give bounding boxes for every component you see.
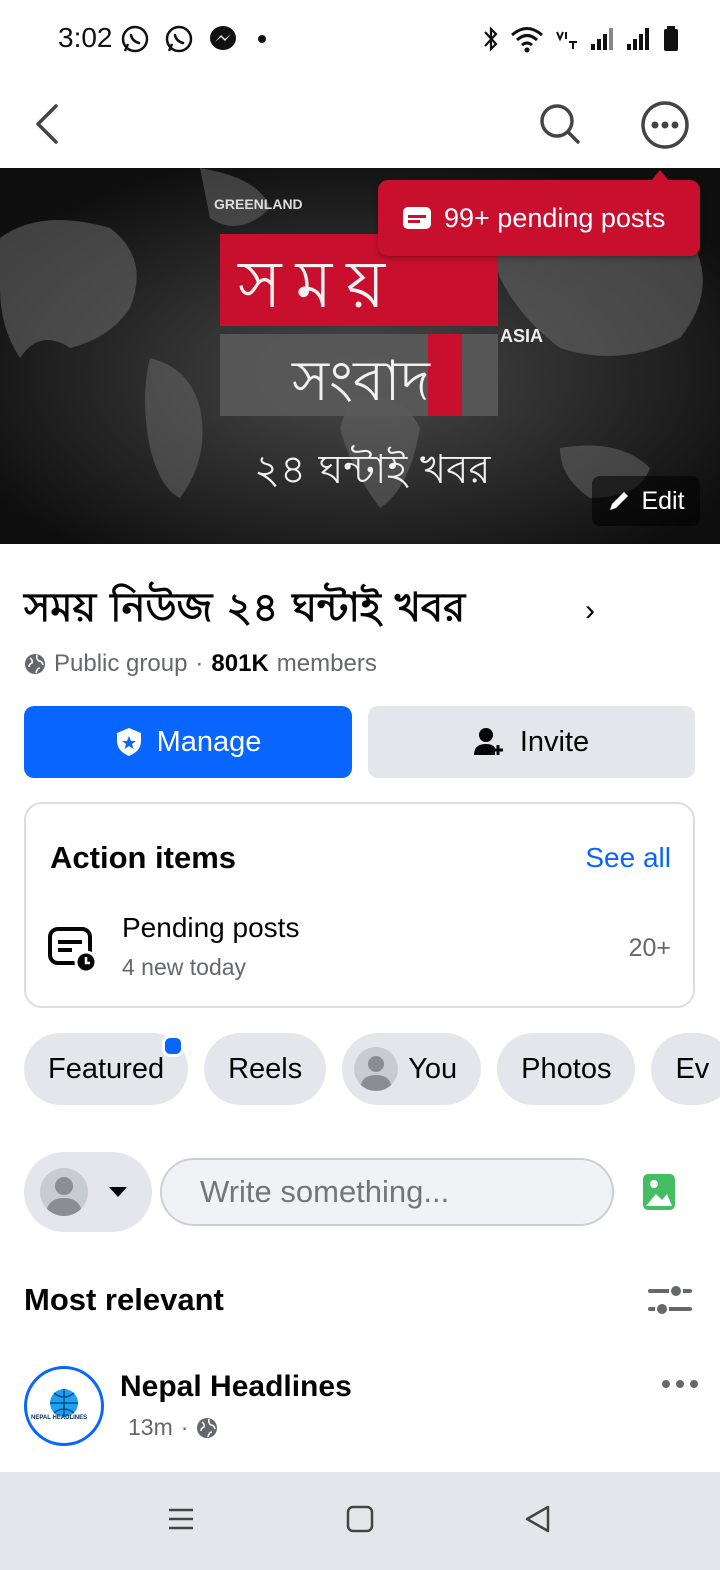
cover-text-line3: ২৪ ঘন্টাই খবর xyxy=(254,447,491,493)
chip-reels[interactable]: Reels xyxy=(204,1033,327,1105)
status-bar: 3:02 xyxy=(0,0,720,80)
back-nav-icon[interactable] xyxy=(523,1504,553,1534)
chip-label: You xyxy=(408,1052,458,1085)
caret-down-icon xyxy=(109,1187,127,1197)
post-meta: 13m · xyxy=(128,1414,218,1441)
top-nav xyxy=(0,80,720,169)
pending-posts-subtitle: 4 new today xyxy=(122,954,247,980)
whatsapp-icon xyxy=(121,25,149,53)
meta-separator: · xyxy=(180,1414,189,1440)
write-something-input[interactable] xyxy=(160,1158,614,1226)
signal-1-icon xyxy=(591,28,613,50)
group-title[interactable]: সময় নিউজ ২৪ ঘন্টাই খবর xyxy=(24,576,465,643)
dot-icon xyxy=(258,35,266,43)
tab-chips: Featured Reels You Photos Ev xyxy=(24,1033,720,1105)
system-icons xyxy=(482,24,680,54)
see-all-link[interactable]: See all xyxy=(585,842,671,874)
post-icon xyxy=(403,207,431,229)
post-as-selector[interactable] xyxy=(24,1152,152,1232)
pending-badge-label: 99+ pending posts xyxy=(444,202,666,233)
photo-icon[interactable] xyxy=(642,1172,676,1212)
pending-posts-icon xyxy=(48,927,98,972)
more-options-icon[interactable] xyxy=(640,100,690,150)
pending-posts-label: Pending posts xyxy=(122,912,300,943)
globe-icon xyxy=(197,1417,218,1438)
chip-you[interactable]: You xyxy=(342,1033,482,1105)
action-items-card: Action items See all Pending posts 4 new… xyxy=(24,802,695,1008)
chip-featured[interactable]: Featured xyxy=(24,1033,189,1105)
globe-icon xyxy=(25,654,45,674)
manage-button[interactable]: Manage xyxy=(24,706,352,778)
menu-icon[interactable] xyxy=(166,1504,196,1534)
pencil-icon xyxy=(610,492,629,510)
post-time[interactable]: 13m xyxy=(128,1414,173,1441)
pending-posts-badge[interactable]: 99+ pending posts xyxy=(378,170,700,256)
chip-events[interactable]: Ev xyxy=(651,1033,720,1105)
chip-photos[interactable]: Photos xyxy=(497,1033,636,1105)
sort-label[interactable]: Most relevant xyxy=(24,1282,224,1318)
user-silhouette-icon xyxy=(46,1177,82,1216)
back-icon[interactable] xyxy=(28,102,68,146)
meta-separator: · xyxy=(195,650,204,677)
avatar xyxy=(354,1047,399,1091)
chip-label: Ev xyxy=(675,1052,710,1085)
group-meta: Public group · 801K members xyxy=(24,650,377,678)
chip-label: Featured xyxy=(48,1052,165,1085)
cover-text-asia: ASIA xyxy=(500,326,544,346)
status-time: 3:02 xyxy=(58,22,113,53)
member-count: 801K xyxy=(211,650,269,677)
chip-label: Photos xyxy=(521,1052,612,1085)
post-more-icon[interactable] xyxy=(660,1374,700,1394)
signal-2-icon xyxy=(627,28,649,50)
group-privacy: Public group xyxy=(54,650,188,677)
pending-posts-count: 20+ xyxy=(628,934,671,962)
user-silhouette-icon xyxy=(360,1056,393,1091)
bluetooth-icon xyxy=(484,26,498,52)
add-person-icon xyxy=(473,728,503,755)
messenger-icon xyxy=(210,26,236,50)
nepal-headlines-logo xyxy=(50,1389,78,1417)
volte-icon xyxy=(556,31,577,49)
cover-text-greenland: GREENLAND xyxy=(214,196,303,212)
android-nav-bar xyxy=(0,1472,720,1570)
edit-cover-button[interactable]: Edit xyxy=(592,476,700,526)
action-items-title: Action items xyxy=(50,840,237,875)
post-author-name[interactable]: Nepal Headlines xyxy=(120,1370,352,1404)
home-icon[interactable] xyxy=(345,1504,375,1534)
search-icon[interactable] xyxy=(536,100,582,146)
cover-text-line2: সংবাদ xyxy=(292,349,430,414)
invite-button[interactable]: Invite xyxy=(368,706,695,778)
battery-icon xyxy=(664,26,678,51)
members-word[interactable]: members xyxy=(277,650,377,678)
invite-label: Invite xyxy=(519,725,590,758)
chevron-right-icon[interactable]: › xyxy=(585,594,595,628)
shield-star-icon xyxy=(116,728,141,756)
logo-text: NEPAL HEADLINES xyxy=(31,1415,88,1421)
wifi-icon xyxy=(511,27,543,53)
chip-label: Reels xyxy=(228,1052,303,1085)
post-author-avatar[interactable]: NEPAL HEADLINES xyxy=(24,1366,104,1446)
avatar xyxy=(40,1168,88,1216)
manage-label: Manage xyxy=(156,725,262,758)
unread-dot xyxy=(162,1035,185,1057)
filter-sliders-icon[interactable] xyxy=(648,1283,692,1319)
whatsapp-business-icon xyxy=(165,25,193,53)
notification-icons xyxy=(120,24,272,54)
edit-label: Edit xyxy=(641,486,685,515)
cover-text-line1: সময় xyxy=(238,246,400,323)
